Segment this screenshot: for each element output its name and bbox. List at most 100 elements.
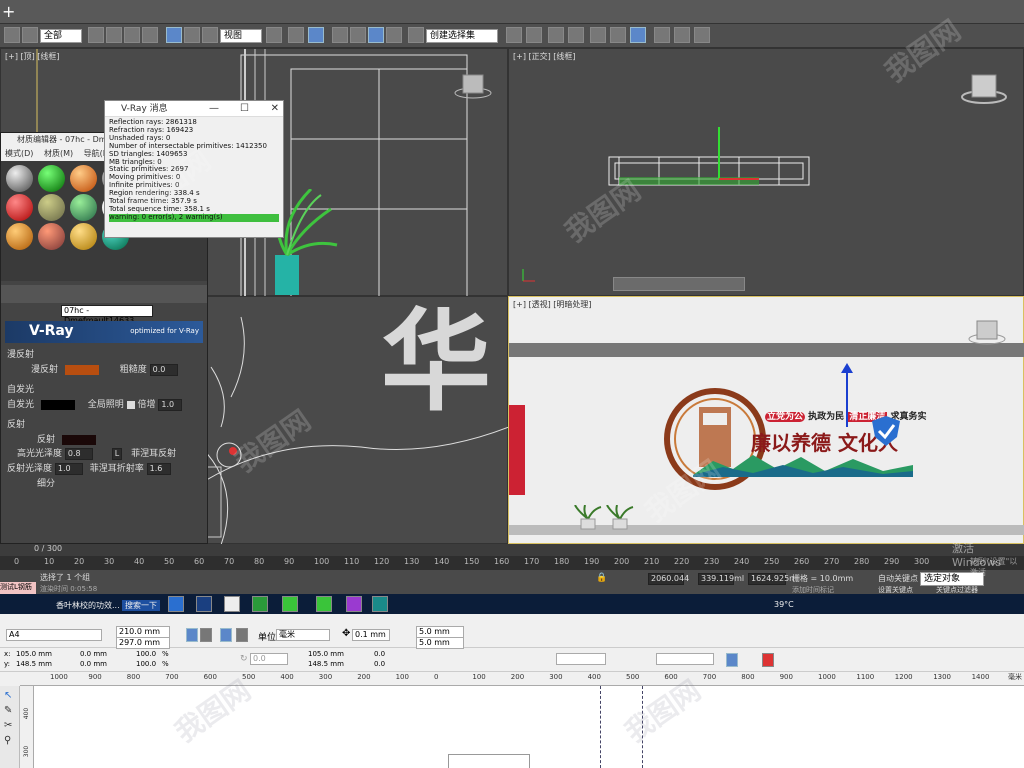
drawing-canvas[interactable]	[34, 686, 1024, 768]
frame-counter[interactable]: 0 / 300	[34, 544, 62, 553]
page-height-field[interactable]: 297.0 mm	[116, 637, 170, 649]
scale-y[interactable]: 100.0	[136, 660, 156, 668]
pivot-icon[interactable]	[266, 27, 282, 43]
sample-sphere[interactable]	[6, 194, 33, 221]
layer-icon[interactable]	[548, 27, 564, 43]
material-editor-icon[interactable]	[630, 27, 646, 43]
app-icon[interactable]	[224, 596, 240, 612]
duplicate-y-field[interactable]: 5.0 mm	[416, 637, 464, 649]
viewport-label[interactable]: [+] [透视] [明暗处理]	[513, 299, 592, 310]
rotate-icon[interactable]	[184, 27, 200, 43]
horizontal-ruler[interactable]: 1000 900 800 700 600 500 400 300 200 100 0 100 200 30…	[20, 672, 1024, 686]
color-icon[interactable]	[762, 653, 774, 667]
app-icon[interactable]	[282, 596, 298, 612]
sample-sphere[interactable]	[6, 223, 33, 250]
taskbar-search[interactable]: 搜索一下	[122, 600, 160, 611]
scale-x[interactable]: 100.0	[136, 650, 156, 658]
y-value[interactable]: 148.5 mm	[16, 660, 52, 668]
app-icon[interactable]	[196, 596, 212, 612]
x-coord[interactable]: 2060.044	[648, 573, 689, 585]
auto-key-button[interactable]: 自动关键点	[878, 573, 918, 584]
app-icon[interactable]	[316, 596, 332, 612]
multiplier-field[interactable]: 1.0	[158, 399, 183, 411]
spinner-snap-icon[interactable]	[386, 27, 402, 43]
align-icon[interactable]	[526, 27, 542, 43]
units-select[interactable]: 毫米	[276, 629, 330, 641]
landscape-icon[interactable]	[200, 628, 212, 642]
maxscript-listener[interactable]: 测试L钢筋	[0, 582, 36, 594]
viewcube-top[interactable]	[453, 71, 493, 101]
curve-editor-icon[interactable]	[590, 27, 606, 43]
outline-select[interactable]	[656, 653, 714, 665]
x-value[interactable]: 105.0 mm	[16, 650, 52, 658]
link-icon[interactable]	[4, 27, 20, 43]
width-value[interactable]: 0.0 mm	[80, 650, 107, 658]
sample-sphere[interactable]	[37, 165, 65, 192]
position-x[interactable]: 105.0 mm	[308, 650, 344, 658]
y-coord[interactable]: 339.119ml	[698, 573, 744, 585]
time-slider[interactable]: 0 / 300	[0, 544, 1024, 556]
sample-sphere[interactable]	[37, 194, 65, 221]
zoom-tool-icon[interactable]: ⚲	[4, 735, 15, 746]
z-coord[interactable]: 1624.925n	[748, 573, 794, 585]
lock-icon[interactable]: 🔒	[596, 573, 607, 583]
viewport-ortho[interactable]: [+] [正交] [线框]	[508, 48, 1024, 296]
sample-sphere[interactable]	[69, 165, 97, 192]
pick-tool-icon[interactable]: ↖	[4, 690, 15, 701]
app-icon[interactable]	[252, 596, 268, 612]
move-icon[interactable]	[166, 27, 182, 43]
lock-button[interactable]: L	[111, 448, 123, 460]
maximize-icon[interactable]: ☐	[240, 101, 249, 117]
render-icon[interactable]	[694, 27, 710, 43]
sample-sphere[interactable]	[69, 194, 97, 221]
crop-tool-icon[interactable]: ✂	[4, 720, 15, 731]
minimize-icon[interactable]: —	[209, 101, 219, 117]
taskbar-tab[interactable]: 香叶林校的功效...	[56, 600, 120, 611]
fresnel-ior-field[interactable]: 1.6	[146, 463, 171, 475]
shape-tool-icon[interactable]: ✎	[4, 705, 15, 716]
offset-x[interactable]: 0.0	[374, 650, 385, 658]
sample-sphere[interactable]	[37, 223, 65, 250]
sample-sphere[interactable]	[69, 223, 97, 250]
viewcube-ortho[interactable]	[959, 71, 1009, 107]
select-by-name-icon[interactable]	[106, 27, 122, 43]
mirror-icon[interactable]	[506, 27, 522, 43]
select-manipulate-icon[interactable]	[288, 27, 304, 43]
menu-material[interactable]: 材质(M)	[44, 149, 73, 158]
named-selection-set[interactable]: 创建选择集	[426, 29, 498, 43]
track-bar[interactable]: 0 10 20 30 40 50 60 70 80 90 100 110 120 130 140 150 160…	[0, 556, 1024, 570]
height-value[interactable]: 0.0 mm	[80, 660, 107, 668]
position-y[interactable]: 148.5 mm	[308, 660, 344, 668]
close-icon[interactable]: ✕	[271, 101, 279, 117]
snap-icon[interactable]	[332, 27, 348, 43]
reflect-color-swatch[interactable]	[61, 434, 96, 445]
roughness-field[interactable]: 0.0	[149, 364, 178, 376]
app-icon[interactable]	[168, 596, 184, 612]
refl-gloss-field[interactable]: 1.0	[54, 463, 83, 475]
angle-snap-icon[interactable]	[350, 27, 366, 43]
current-page-icon[interactable]	[236, 628, 248, 642]
snap-toggle-icon[interactable]	[726, 653, 738, 667]
percent-snap-icon[interactable]	[368, 27, 384, 43]
ribbon-icon[interactable]	[568, 27, 584, 43]
diffuse-color-swatch[interactable]	[64, 364, 99, 375]
view-select[interactable]: 视图	[220, 29, 262, 43]
window-crossing-icon[interactable]	[142, 27, 158, 43]
scale-icon[interactable]	[202, 27, 218, 43]
render-setup-icon[interactable]	[654, 27, 670, 43]
gi-checkbox[interactable]	[126, 400, 135, 409]
rect-select-icon[interactable]	[124, 27, 140, 43]
style-select[interactable]	[556, 653, 606, 665]
plus-button[interactable]: +	[2, 2, 15, 21]
select-icon[interactable]	[88, 27, 104, 43]
menu-mode[interactable]: 模式(D)	[5, 149, 33, 158]
material-name-field[interactable]: 07hc - Dmefmault14633	[61, 305, 153, 325]
vertical-ruler[interactable]: 400 300	[20, 686, 34, 768]
all-pages-icon[interactable]	[220, 628, 232, 642]
viewcube-perspective[interactable]	[967, 319, 1007, 347]
filter-select[interactable]: 全部	[40, 29, 82, 43]
nudge-field[interactable]: 0.1 mm	[352, 629, 390, 641]
hilight-gloss-field[interactable]: 0.8	[64, 448, 93, 460]
app-icon[interactable]	[346, 596, 362, 612]
sample-sphere[interactable]	[6, 165, 33, 192]
